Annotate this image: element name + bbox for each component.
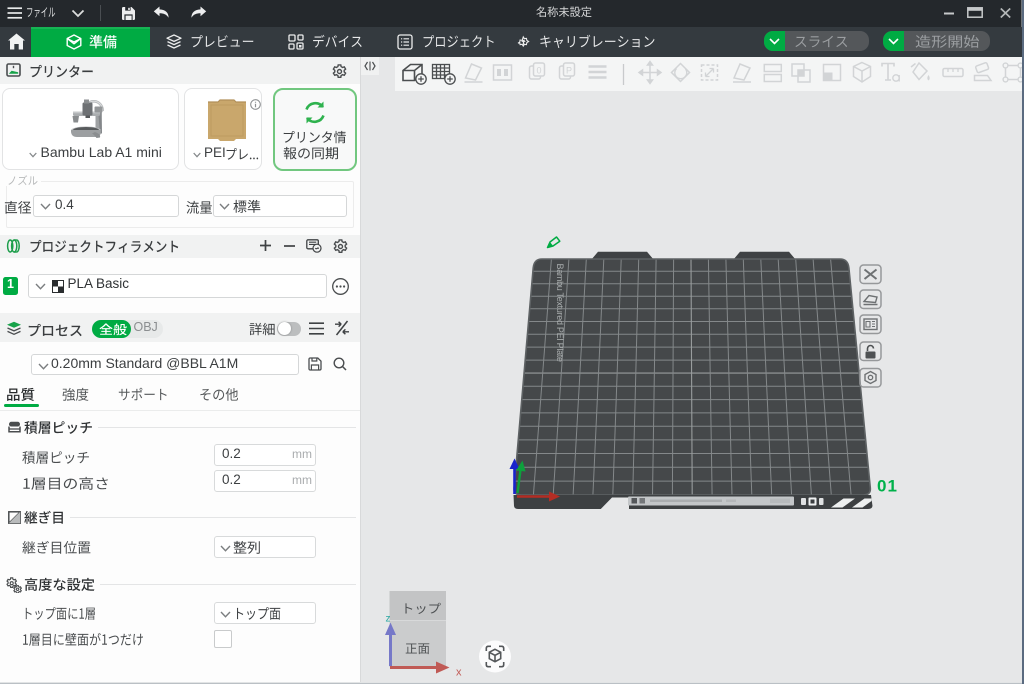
svg-text:Bambu Textured PEI Plate: Bambu Textured PEI Plate: [555, 264, 565, 362]
svg-text:P: P: [566, 66, 572, 76]
svg-text:x: x: [456, 667, 462, 679]
svg-text:01: 01: [877, 477, 898, 496]
svg-text:z: z: [386, 614, 391, 625]
svg-text:0: 0: [536, 66, 541, 76]
